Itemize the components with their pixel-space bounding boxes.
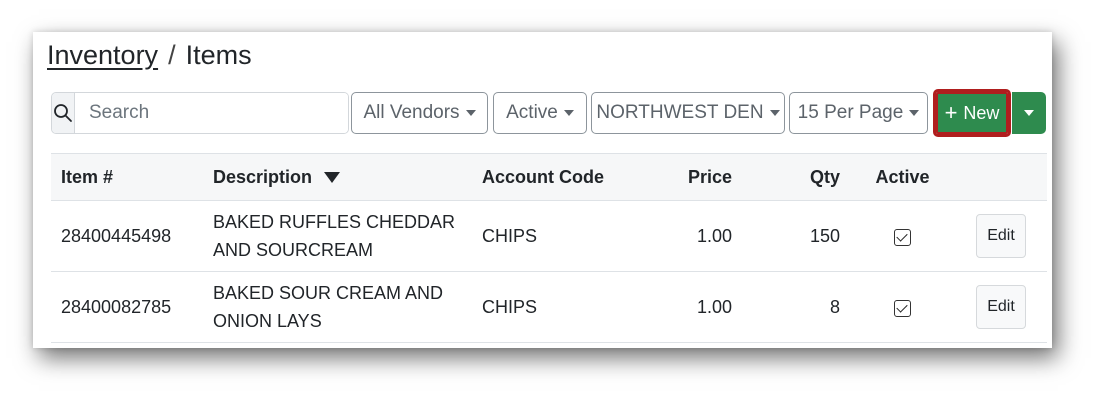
- chevron-down-icon: [1024, 110, 1034, 116]
- breadcrumb-separator: /: [168, 40, 176, 70]
- item-number-cell: 28400445498: [51, 200, 203, 272]
- chevron-down-icon: [909, 110, 920, 116]
- new-button-label: New: [963, 102, 1000, 123]
- new-options-toggle[interactable]: [1012, 92, 1046, 134]
- description-line: BAKED SOUR CREAM AND: [213, 283, 444, 303]
- chevron-down-icon: [465, 110, 476, 116]
- active-cell: [850, 271, 955, 343]
- status-filter-dropdown[interactable]: Active: [493, 92, 587, 134]
- table-header-row: Item # Description Account Code Price Qt…: [51, 153, 1047, 201]
- items-table: Item # Description Account Code Price Qt…: [51, 153, 1047, 343]
- description-line: AND SOURCREAM: [213, 240, 374, 260]
- account-code-cell: CHIPS: [472, 271, 632, 343]
- breadcrumb-inventory-link[interactable]: Inventory: [47, 40, 158, 70]
- price-cell: 1.00: [632, 200, 742, 272]
- breadcrumb: Inventory / Items: [47, 40, 252, 71]
- location-filter-dropdown[interactable]: NORTHWEST DEN: [591, 92, 785, 134]
- page-title: Items: [185, 40, 252, 70]
- price-cell: 1.00: [632, 271, 742, 343]
- items-table-container: Item # Description Account Code Price Qt…: [51, 153, 1047, 343]
- qty-cell: 150: [742, 200, 850, 272]
- chevron-down-icon: [563, 110, 574, 116]
- vendor-filter-label: All Vendors: [363, 102, 460, 123]
- active-checkbox-icon: [894, 228, 911, 246]
- inventory-card: Inventory / Items All Vendors Active NORTH…: [33, 32, 1052, 348]
- chevron-down-icon: [769, 110, 780, 116]
- search-group: [51, 92, 349, 134]
- description-cell: BAKED RUFFLES CHEDDAR AND SOURCREAM: [203, 200, 472, 272]
- table-row: 28400082785 BAKED SOUR CREAM AND ONION LA…: [51, 271, 1047, 343]
- plus-icon: +: [944, 100, 958, 125]
- active-checkbox-icon: [894, 299, 911, 317]
- column-header-account-code[interactable]: Account Code: [472, 153, 632, 201]
- column-header-description-label: Description: [213, 166, 313, 187]
- column-header-active[interactable]: Active: [850, 153, 955, 201]
- edit-button[interactable]: Edit: [976, 214, 1026, 258]
- column-header-qty[interactable]: Qty: [742, 153, 850, 201]
- search-icon: [52, 93, 75, 133]
- edit-button[interactable]: Edit: [976, 285, 1026, 329]
- actions-cell: Edit: [955, 200, 1047, 272]
- actions-cell: Edit: [955, 271, 1047, 343]
- active-cell: [850, 200, 955, 272]
- column-header-description[interactable]: Description: [203, 153, 472, 201]
- new-item-button[interactable]: + New: [933, 89, 1011, 137]
- sort-descending-icon: [324, 172, 341, 184]
- page-size-label: 15 Per Page: [797, 102, 904, 123]
- account-code-cell: CHIPS: [472, 200, 632, 272]
- column-header-item[interactable]: Item #: [51, 153, 203, 201]
- location-filter-label: NORTHWEST DEN: [596, 102, 764, 123]
- item-number-cell: 28400082785: [51, 271, 203, 343]
- table-row: 28400445498 BAKED RUFFLES CHEDDAR AND SOU…: [51, 200, 1047, 272]
- search-input[interactable]: [75, 93, 348, 133]
- page-size-dropdown[interactable]: 15 Per Page: [789, 92, 928, 134]
- column-header-actions: [955, 153, 1047, 201]
- column-header-price[interactable]: Price: [632, 153, 742, 201]
- description-line: ONION LAYS: [213, 311, 322, 331]
- description-cell: BAKED SOUR CREAM AND ONION LAYS: [203, 271, 472, 343]
- vendor-filter-dropdown[interactable]: All Vendors: [351, 92, 488, 134]
- description-line: BAKED RUFFLES CHEDDAR: [213, 212, 456, 232]
- qty-cell: 8: [742, 271, 850, 343]
- status-filter-label: Active: [506, 102, 558, 123]
